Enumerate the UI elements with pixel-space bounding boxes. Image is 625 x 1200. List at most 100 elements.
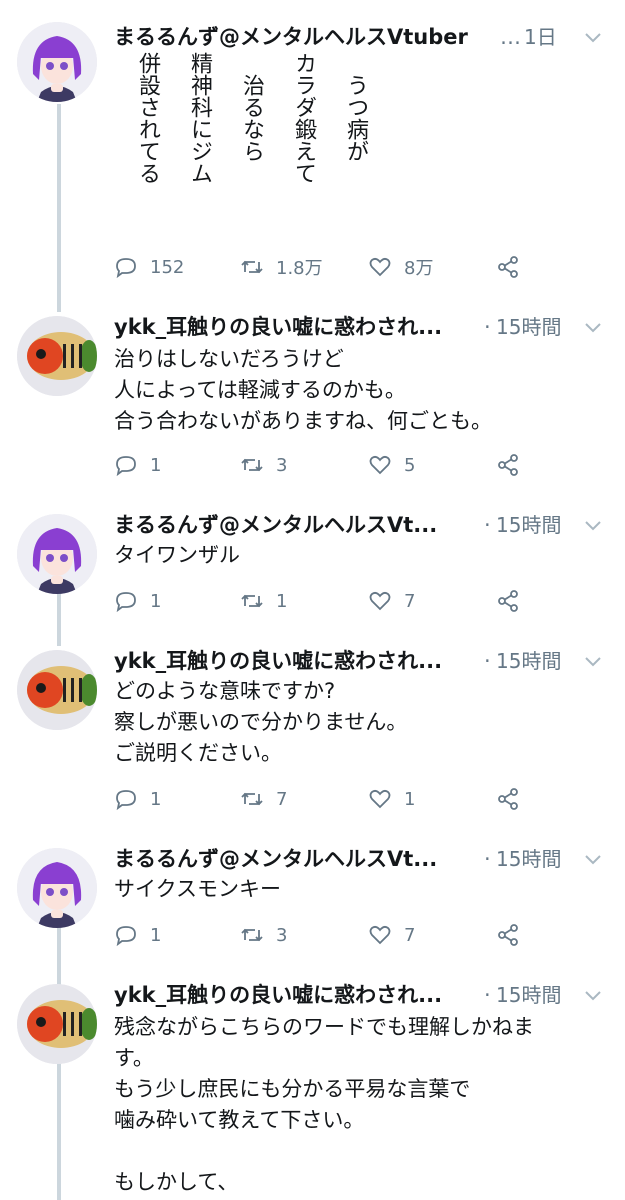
like-count: 5 xyxy=(404,454,416,476)
retweet-button[interactable]: 1.8万 xyxy=(240,252,323,282)
like-count: 8万 xyxy=(404,258,434,279)
tweet[interactable]: ykk_耳触りの良い嘘に惑わされ... · 15時間 残念ながらこちらのワードで… xyxy=(0,978,625,1200)
tweet[interactable]: まるるんず@メンタルヘルスVtuber … 1日 うつ病が カラダ鍛えて 治るな… xyxy=(0,0,625,300)
retweet-button[interactable]: 3 xyxy=(240,450,287,480)
like-button[interactable]: 1 xyxy=(368,784,415,814)
separator-dot: · xyxy=(484,649,491,673)
separator-dot: · xyxy=(484,983,491,1007)
tweet-text: 治りはしないだろうけど 人によっては軽減するのかも。 合う合わないがありますね、… xyxy=(114,347,492,433)
poem-column: 精神科にジム xyxy=(187,52,212,184)
display-name[interactable]: まるるんず@メンタルヘルスVt... xyxy=(114,508,437,542)
retweet-icon xyxy=(241,458,263,472)
separator-dot: · xyxy=(484,513,491,537)
like-button[interactable]: 5 xyxy=(368,450,415,480)
chevron-down-icon[interactable] xyxy=(583,27,603,47)
display-name[interactable]: ykk_耳触りの良い嘘に惑わされ... xyxy=(114,644,442,678)
avatar-ykk[interactable] xyxy=(17,984,97,1064)
timestamp[interactable]: 15時間 xyxy=(496,842,561,876)
reply-count: 1 xyxy=(150,788,162,810)
chevron-down-icon[interactable] xyxy=(583,317,603,337)
retweet-count: 3 xyxy=(276,924,288,946)
like-count: 7 xyxy=(404,924,416,946)
display-name[interactable]: まるるんず@メンタルヘルスVt... xyxy=(114,842,437,876)
poem-column: カラダ鍛えて xyxy=(291,52,316,184)
reply-icon xyxy=(116,456,136,477)
tweet-actions: 1 7 1 xyxy=(114,784,625,814)
share-button[interactable] xyxy=(496,920,520,950)
reply-button[interactable]: 1 xyxy=(114,586,161,616)
retweet-icon xyxy=(241,260,263,274)
like-button[interactable]: 7 xyxy=(368,920,415,950)
reply-button[interactable]: 152 xyxy=(114,252,184,282)
tweet-text: 残念ながらこちらのワードでも理解しかねま す。 もう少し庶民にも分かる平易な言葉… xyxy=(114,1015,534,1194)
chevron-down-icon[interactable] xyxy=(583,515,603,535)
reply-button[interactable]: 1 xyxy=(114,784,161,814)
reply-count: 1 xyxy=(150,924,162,946)
share-icon xyxy=(498,924,518,946)
vertical-poem: うつ病が カラダ鍛えて 治るなら 精神科にジム 併設されてる xyxy=(110,52,370,184)
timestamp[interactable]: 15時間 xyxy=(496,508,561,542)
display-name[interactable]: ykk_耳触りの良い嘘に惑わされ... xyxy=(114,978,442,1012)
reply-button[interactable]: 1 xyxy=(114,450,161,480)
retweet-count: 3 xyxy=(276,454,288,476)
reply-count: 152 xyxy=(150,256,185,278)
retweet-button[interactable]: 7 xyxy=(240,784,287,814)
reply-icon xyxy=(116,926,136,947)
share-icon xyxy=(498,590,518,612)
tweet[interactable]: ykk_耳触りの良い嘘に惑わされ... · 15時間 治りはしないだろうけど 人… xyxy=(0,310,625,500)
retweet-button[interactable]: 3 xyxy=(240,920,287,950)
retweet-icon xyxy=(241,594,263,608)
separator-dot: … xyxy=(500,25,521,49)
avatar-ykk[interactable] xyxy=(17,650,97,730)
timestamp[interactable]: 15時間 xyxy=(496,978,561,1012)
avatar-ykk[interactable] xyxy=(17,316,97,396)
timestamp[interactable]: 1日 xyxy=(524,20,557,54)
like-count: 7 xyxy=(404,590,416,612)
retweet-icon xyxy=(241,792,263,806)
separator-dot: · xyxy=(484,847,491,871)
chevron-down-icon[interactable] xyxy=(583,849,603,869)
tweet-actions: 1 3 7 xyxy=(114,920,625,950)
tweet-actions: 1 3 5 xyxy=(114,450,625,480)
like-count: 1 xyxy=(404,788,416,810)
poem-column: うつ病が xyxy=(343,74,368,162)
retweet-icon xyxy=(241,928,263,942)
share-button[interactable] xyxy=(496,252,520,282)
tweet-text: どのような意味ですか? 察しが悪いので分かりません。 ご説明ください。 xyxy=(114,679,408,765)
avatar-marurunzu[interactable] xyxy=(17,22,97,102)
retweet-count: 1.8万 xyxy=(276,258,323,279)
reply-count: 1 xyxy=(150,454,162,476)
retweet-count: 7 xyxy=(276,788,288,810)
reply-count: 1 xyxy=(150,590,162,612)
tweet[interactable]: ykk_耳触りの良い嘘に惑わされ... · 15時間 どのような意味ですか? 察… xyxy=(0,644,625,834)
chevron-down-icon[interactable] xyxy=(583,651,603,671)
timestamp[interactable]: 15時間 xyxy=(496,310,561,344)
like-icon xyxy=(369,257,391,277)
separator-dot: · xyxy=(484,315,491,339)
avatar-marurunzu[interactable] xyxy=(17,514,97,594)
retweet-button[interactable]: 1 xyxy=(240,586,287,616)
reply-icon xyxy=(116,790,136,811)
like-button[interactable]: 7 xyxy=(368,586,415,616)
share-icon xyxy=(498,256,518,278)
tweet-text: サイクスモンキー xyxy=(114,877,281,901)
reply-button[interactable]: 1 xyxy=(114,920,161,950)
chevron-down-icon[interactable] xyxy=(583,985,603,1005)
like-icon xyxy=(369,925,391,945)
reply-icon xyxy=(116,258,136,279)
tweet[interactable]: まるるんず@メンタルヘルスVt... · 15時間 タイワンザル 1 1 7 xyxy=(0,508,625,628)
display-name[interactable]: ykk_耳触りの良い嘘に惑わされ... xyxy=(114,310,442,344)
tweet[interactable]: まるるんず@メンタルヘルスVt... · 15時間 サイクスモンキー 1 3 7 xyxy=(0,842,625,962)
share-button[interactable] xyxy=(496,784,520,814)
share-button[interactable] xyxy=(496,450,520,480)
like-button[interactable]: 8万 xyxy=(368,252,433,282)
poem-column: 治るなら xyxy=(239,74,264,162)
share-button[interactable] xyxy=(496,586,520,616)
avatar-marurunzu[interactable] xyxy=(17,848,97,928)
timestamp[interactable]: 15時間 xyxy=(496,644,561,678)
display-name[interactable]: まるるんず@メンタルヘルスVtuber xyxy=(114,20,468,54)
share-icon xyxy=(498,788,518,810)
like-icon xyxy=(369,789,391,809)
tweet-actions: 152 1.8万 8万 xyxy=(114,252,625,282)
like-icon xyxy=(369,591,391,611)
